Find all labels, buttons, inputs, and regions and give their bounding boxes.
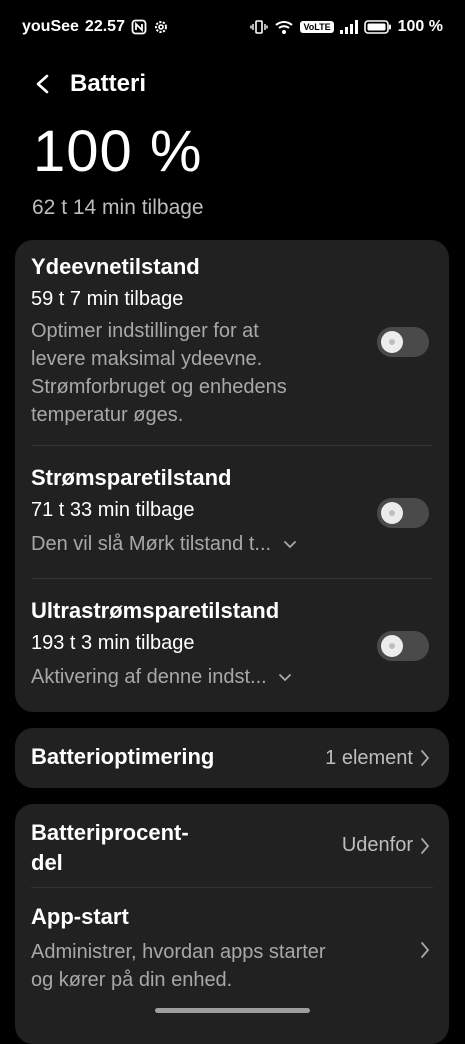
vibrate-icon <box>250 19 269 35</box>
status-bar: youSee 22.57 VoLTE 100 % <box>0 0 465 56</box>
divider <box>31 578 433 579</box>
battery-remaining: 62 t 14 min tilbage <box>32 196 204 219</box>
ultra-saving-row[interactable]: Ultrastrømsparetilstand 193 t 3 min tilb… <box>31 598 433 691</box>
wifi-icon <box>274 19 294 35</box>
chevron-right-icon <box>421 750 430 766</box>
performance-mode-desc: Optimer indstillinger for at levere maks… <box>31 320 287 426</box>
divider <box>31 445 433 446</box>
battery-percent-display-value: Udenfor <box>341 834 413 856</box>
app-start-row[interactable]: App-start Administrer, hvordan apps star… <box>15 888 449 1008</box>
ultra-saving-remaining: 193 t 3 min tilbage <box>31 632 195 654</box>
power-saving-title: Strømsparetilstand <box>31 465 232 490</box>
app-start-desc: Administrer, hvordan apps starter og kør… <box>31 941 326 991</box>
power-saving-remaining: 71 t 33 min tilbage <box>31 499 195 521</box>
page-title: Batteri <box>70 70 147 97</box>
battery-percentage: 100 % <box>33 119 203 184</box>
performance-mode-remaining: 59 t 7 min tilbage <box>31 288 184 310</box>
modes-card: Ydeevnetilstand 59 t 7 min tilbage Optim… <box>15 240 449 712</box>
ultra-saving-toggle[interactable] <box>377 631 429 661</box>
volte-badge: VoLTE <box>300 21 334 33</box>
home-indicator[interactable] <box>155 1008 310 1013</box>
battery-optimization-row[interactable]: Batterioptimering 1 element <box>15 728 449 788</box>
chevron-right-icon <box>421 838 430 854</box>
nfc-icon <box>131 19 147 35</box>
ultra-saving-desc: Aktivering af denne indst... <box>31 663 433 691</box>
ultra-saving-title: Ultrastrømsparetilstand <box>31 598 280 623</box>
battery-percent-display-row[interactable]: Batteriprocent- del Udenfor <box>15 804 449 888</box>
performance-mode-row[interactable]: Ydeevnetilstand 59 t 7 min tilbage Optim… <box>31 254 433 429</box>
settings-gear-icon <box>153 19 169 35</box>
back-button[interactable] <box>32 70 56 98</box>
carrier-label: youSee <box>22 18 79 35</box>
chevron-right-icon <box>421 942 430 958</box>
signal-icon <box>339 20 358 34</box>
chevron-left-icon <box>36 74 49 94</box>
battery-optimization-value: 1 element <box>325 747 413 769</box>
battery-percent-display-label: Batteriprocent- del <box>31 820 189 875</box>
performance-mode-title: Ydeevnetilstand <box>31 254 200 279</box>
chevron-down-icon[interactable] <box>278 673 292 683</box>
app-header: Batteri <box>0 62 465 106</box>
power-saving-desc: Den vil slå Mørk tilstand t... <box>31 530 433 558</box>
battery-optimization-label: Batterioptimering <box>31 744 215 769</box>
power-saving-toggle[interactable] <box>377 498 429 528</box>
clock: 22.57 <box>84 18 125 35</box>
power-saving-row[interactable]: Strømsparetilstand 71 t 33 min tilbage D… <box>31 465 433 558</box>
app-start-label: App-start <box>31 904 129 929</box>
battery-icon <box>363 20 392 34</box>
performance-mode-toggle[interactable] <box>377 327 429 357</box>
chevron-down-icon[interactable] <box>283 540 297 550</box>
battery-percent-status: 100 % <box>397 18 443 35</box>
